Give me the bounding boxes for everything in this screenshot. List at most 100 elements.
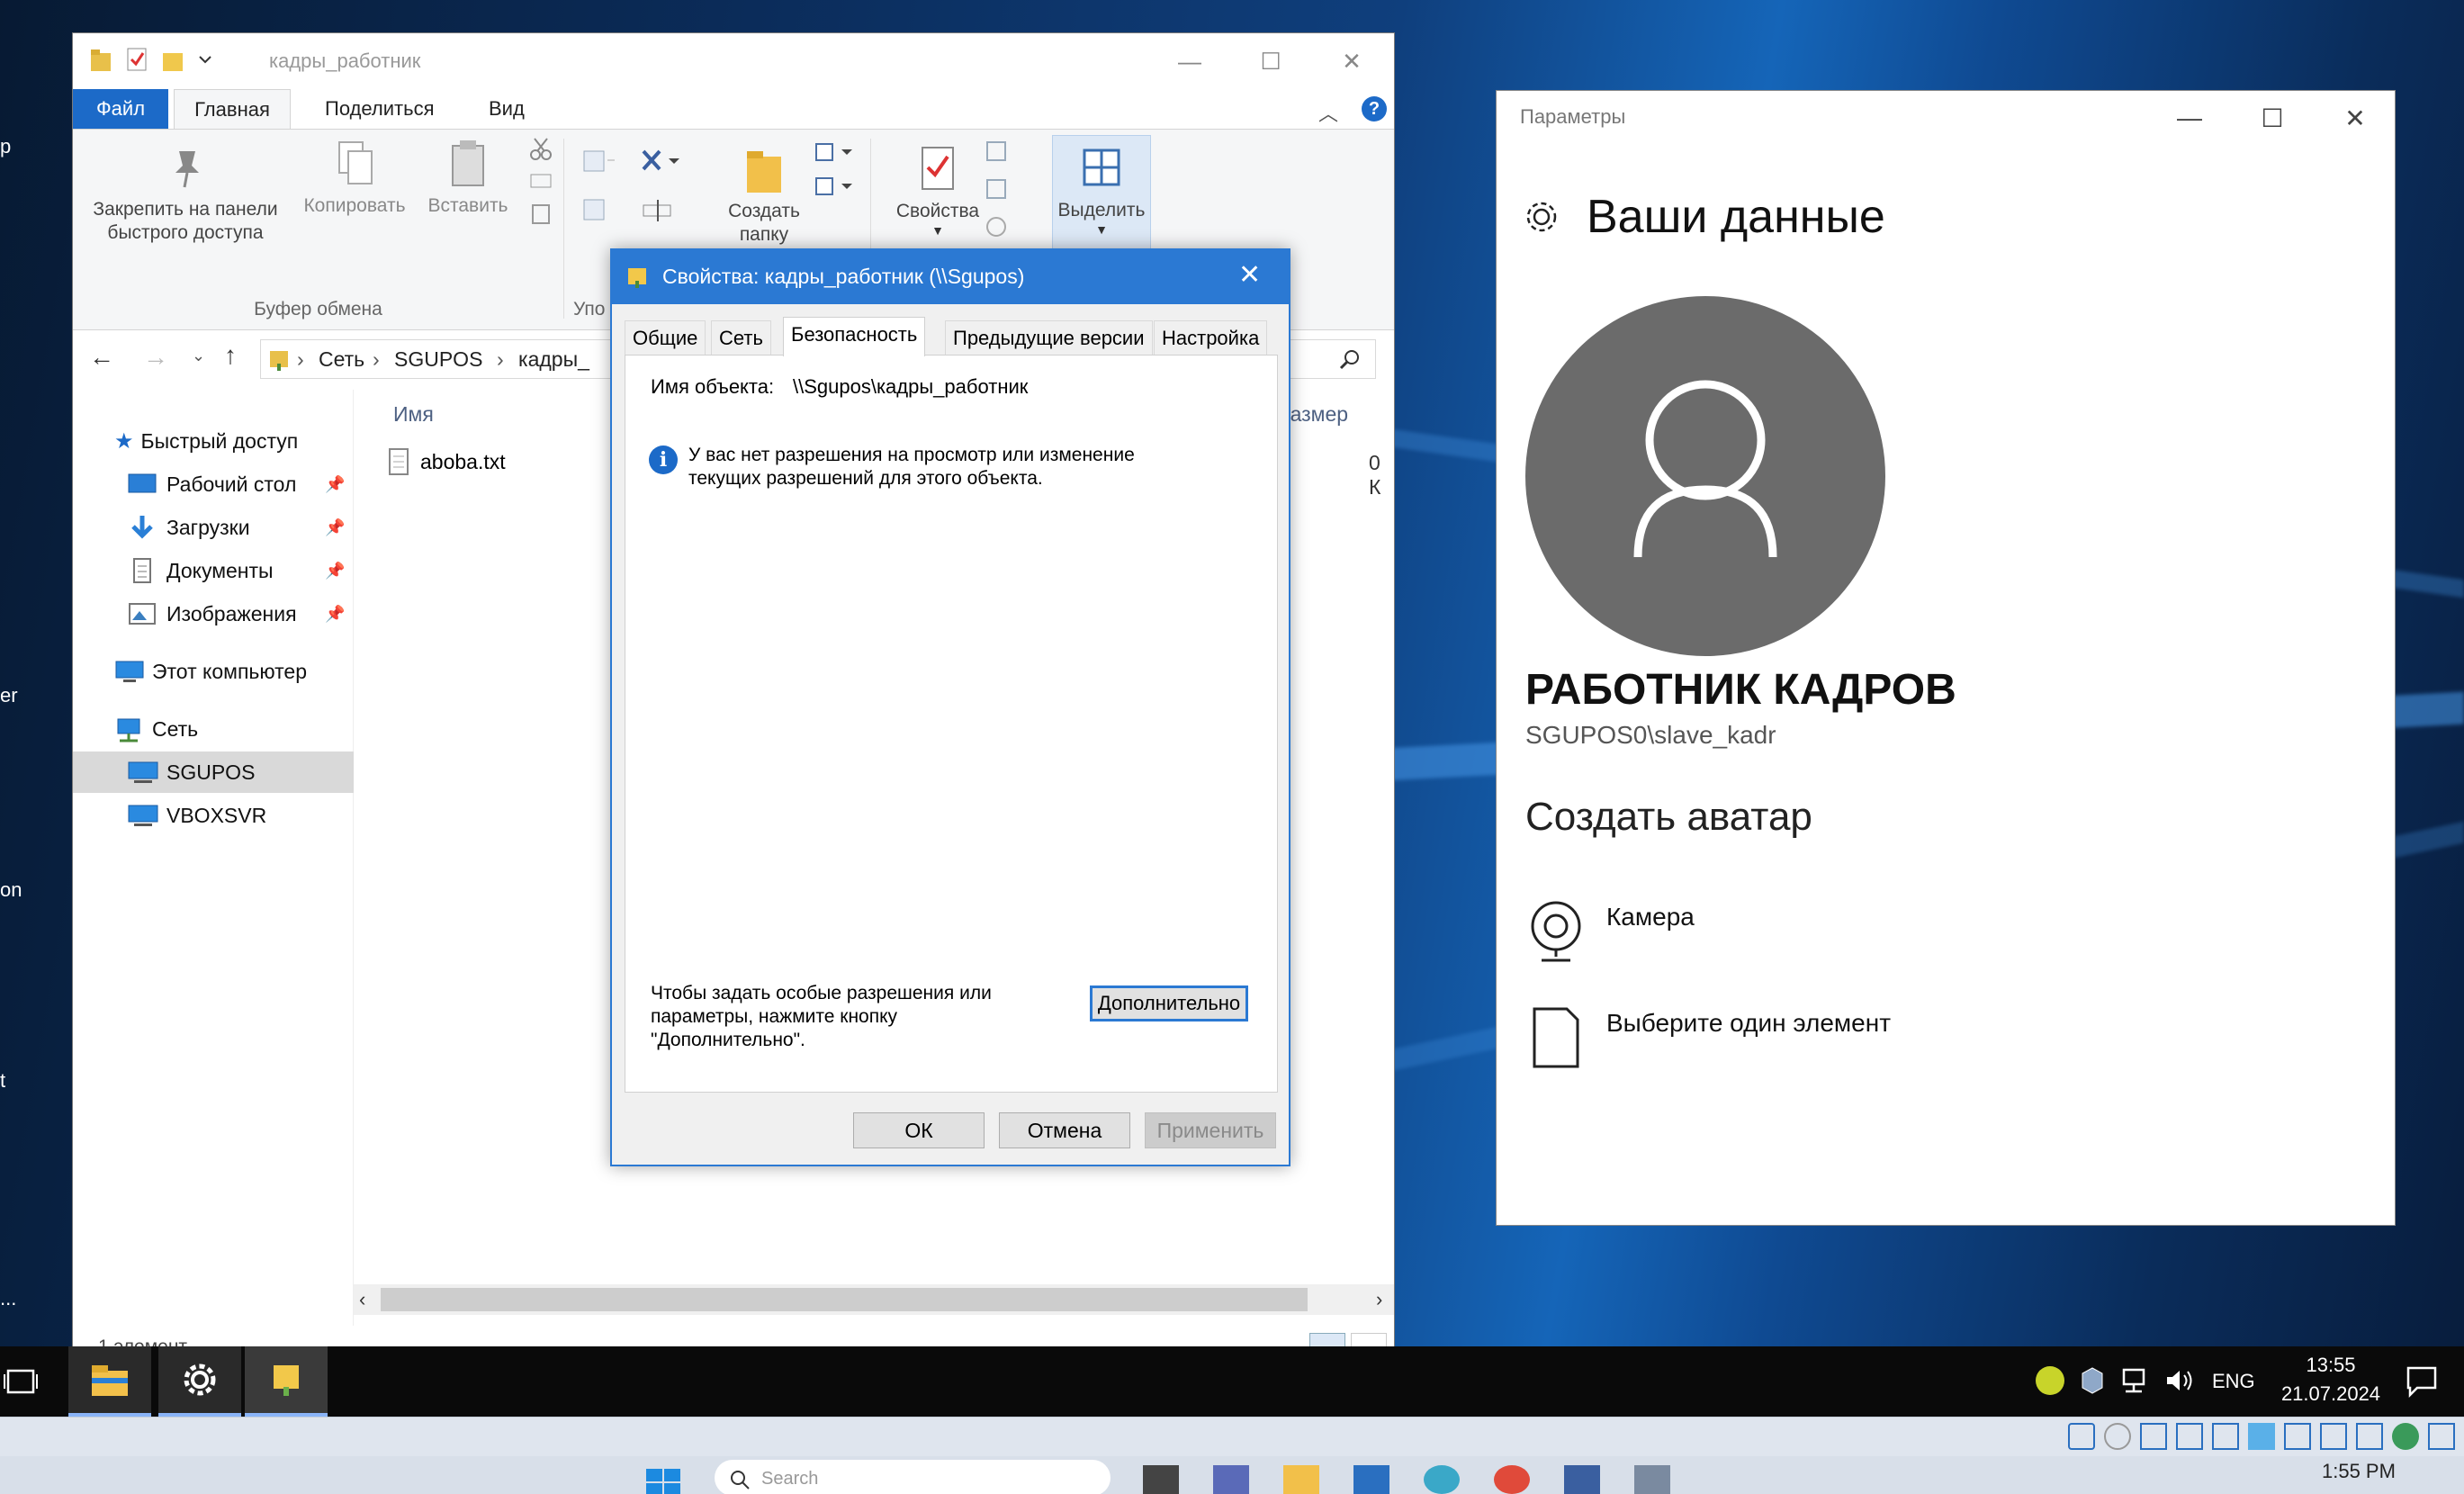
breadcrumb-network[interactable]: Сеть [319, 347, 364, 372]
history-icon[interactable] [982, 214, 1018, 239]
dialog-title-bar[interactable]: Свойства: кадры_работник (\\Sgupos) ✕ [612, 250, 1289, 304]
copy-button[interactable]: Копировать [296, 139, 413, 247]
help-icon[interactable]: ? [1362, 96, 1387, 122]
minimize-button[interactable]: — [2148, 91, 2231, 145]
mouse-integration-icon[interactable] [2428, 1423, 2455, 1450]
delete-icon[interactable] [640, 148, 685, 175]
nav-documents[interactable]: Документы 📌 [73, 550, 354, 591]
nav-downloads[interactable]: Загрузки 📌 [73, 507, 354, 548]
browse-option[interactable]: Выберите один элемент [1525, 1004, 2335, 1076]
host-search-box[interactable]: Search [715, 1460, 1111, 1494]
taskbar-network-folder[interactable] [245, 1346, 328, 1417]
app-icon[interactable] [1634, 1465, 1670, 1494]
tab-network[interactable]: Сеть [711, 320, 771, 355]
disk-icon[interactable] [2068, 1423, 2095, 1450]
chevron-down-icon[interactable] [197, 46, 213, 73]
close-button[interactable]: ✕ [1311, 33, 1392, 89]
notification-icon[interactable] [2405, 1364, 2439, 1399]
nav-sgupos[interactable]: SGUPOS [73, 752, 354, 793]
app-icon[interactable] [1213, 1465, 1249, 1494]
forward-arrow-icon[interactable]: → [143, 343, 168, 372]
virtualbox-icon[interactable] [1564, 1465, 1600, 1494]
copy-path-icon[interactable] [529, 171, 553, 191]
new-folder-icon[interactable] [161, 46, 184, 73]
edit-icon[interactable] [982, 176, 1018, 202]
nav-vboxsvr[interactable]: VBOXSVR [73, 795, 354, 836]
pin-icon[interactable]: 📌 [325, 562, 345, 580]
browser-icon[interactable] [1424, 1465, 1460, 1494]
breadcrumb-current[interactable]: кадры_ [518, 347, 589, 372]
display-icon[interactable] [2284, 1423, 2311, 1450]
new-item-icon[interactable] [811, 139, 856, 166]
usb-icon[interactable] [2212, 1423, 2239, 1450]
scroll-thumb[interactable] [381, 1288, 1308, 1311]
desktop-icon-label[interactable]: t [0, 1069, 5, 1093]
tab-home[interactable]: Главная [174, 89, 291, 129]
back-arrow-icon[interactable]: ← [89, 343, 114, 372]
audio-icon[interactable] [2140, 1423, 2167, 1450]
scroll-right-icon[interactable]: › [1376, 1288, 1382, 1311]
rename-icon[interactable] [640, 196, 676, 223]
recording-icon[interactable] [2320, 1423, 2347, 1450]
advanced-button[interactable]: Дополнительно [1090, 986, 1248, 1022]
dialog-close-button[interactable]: ✕ [1238, 259, 1261, 291]
volume-icon[interactable] [2163, 1364, 2196, 1397]
maximize-button[interactable]: ☐ [1230, 33, 1311, 89]
taskbar-explorer[interactable] [68, 1346, 151, 1417]
folder-icon[interactable] [89, 46, 112, 73]
pin-quick-access-button[interactable]: Закрепить на панели быстрого доступа [82, 139, 289, 274]
tab-view[interactable]: Вид [489, 89, 525, 129]
shared-folder-icon[interactable] [2248, 1423, 2275, 1450]
camera-option[interactable]: Камера [1525, 899, 2335, 971]
tab-customize[interactable]: Настройка [1154, 320, 1268, 355]
app-icon[interactable] [1353, 1465, 1389, 1494]
folder-icon[interactable] [1283, 1465, 1319, 1494]
copy-to-icon[interactable] [582, 196, 618, 223]
cut-icon[interactable] [529, 137, 553, 160]
task-view-icon[interactable] [0, 1346, 41, 1417]
tab-share[interactable]: Поделиться [325, 89, 434, 129]
box-tray-icon[interactable] [2079, 1364, 2106, 1397]
app-icon[interactable] [1143, 1465, 1179, 1494]
paste-button[interactable]: Вставить [418, 139, 517, 247]
language-indicator[interactable]: ENG [2212, 1370, 2255, 1393]
taskbar-settings[interactable] [158, 1346, 241, 1417]
explorer-title-bar[interactable]: кадры_работник — ☐ ✕ [73, 33, 1394, 89]
pin-icon[interactable]: 📌 [325, 605, 345, 624]
nav-desktop[interactable]: Рабочий стол 📌 [73, 464, 354, 505]
desktop-icon-label[interactable]: p [0, 135, 11, 158]
tab-security[interactable]: Безопасность [783, 317, 926, 356]
clock-time[interactable]: 13:55 [2277, 1354, 2385, 1377]
scroll-left-icon[interactable]: ‹ [359, 1288, 365, 1311]
windows-start-icon[interactable] [644, 1463, 684, 1494]
pin-icon[interactable]: 📌 [325, 475, 345, 494]
optical-drive-icon[interactable] [2104, 1423, 2131, 1450]
nav-network[interactable]: Сеть [73, 708, 354, 750]
easy-access-icon[interactable] [811, 173, 856, 200]
clock-date[interactable]: 21.07.2024 [2271, 1382, 2390, 1406]
move-to-icon[interactable] [582, 148, 618, 175]
ok-button[interactable]: ОК [853, 1112, 985, 1148]
close-button[interactable]: ✕ [2314, 91, 2397, 145]
breadcrumb-sgupos[interactable]: SGUPOS [394, 347, 482, 372]
network-tray-icon[interactable] [2120, 1364, 2153, 1397]
pin-icon[interactable]: 📌 [325, 518, 345, 537]
add-user-tray-icon[interactable] [2036, 1366, 2064, 1395]
apply-button[interactable]: Применить [1145, 1112, 1276, 1148]
app-icon[interactable] [1494, 1465, 1530, 1494]
minimize-button[interactable]: — [1149, 33, 1230, 89]
cancel-button[interactable]: Отмена [999, 1112, 1130, 1148]
desktop-icon-label[interactable]: ... [0, 1287, 16, 1310]
up-arrow-icon[interactable]: ↑ [224, 341, 237, 370]
collapse-ribbon-icon[interactable]: ︿ [1318, 98, 1338, 127]
horizontal-scrollbar[interactable]: ‹ › [354, 1284, 1394, 1315]
column-header-name[interactable]: Имя [393, 402, 434, 427]
nav-pictures[interactable]: Изображения 📌 [73, 593, 354, 634]
search-icon[interactable] [1337, 347, 1362, 373]
host-clock[interactable]: 1:55 PM [2322, 1460, 2396, 1483]
desktop-icon-label[interactable]: er [0, 684, 18, 707]
maximize-button[interactable]: ☐ [2231, 91, 2314, 145]
nav-quick-access[interactable]: ★ Быстрый доступ [73, 420, 354, 462]
tab-general[interactable]: Общие [625, 320, 706, 355]
properties-check-icon[interactable] [125, 46, 148, 73]
